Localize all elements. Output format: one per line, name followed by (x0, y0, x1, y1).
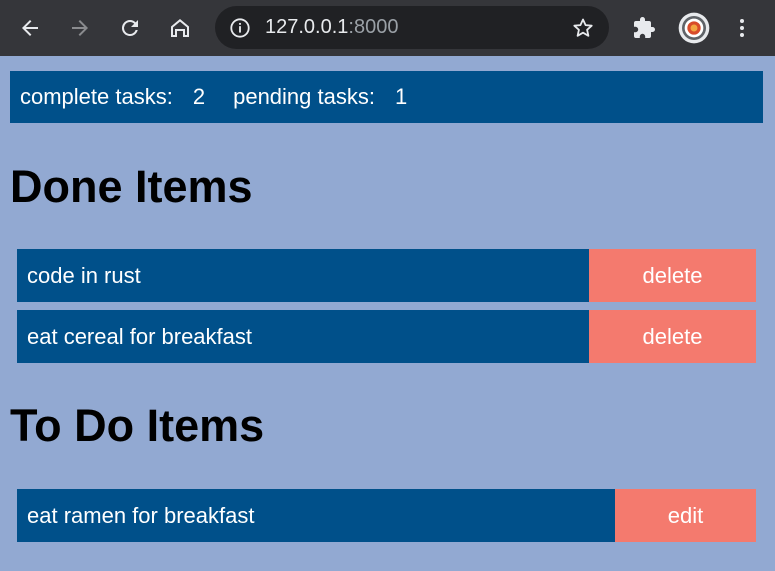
home-icon (171, 19, 189, 37)
puzzle-icon (634, 17, 655, 38)
url-host: 127.0.0.1 (265, 16, 349, 38)
forward-button[interactable] (62, 10, 98, 46)
task-stats-bar: complete tasks: 2 pending tasks: 1 (10, 71, 763, 123)
todo-item-row: eat ramen for breakfast edit (17, 489, 756, 542)
profile-avatar[interactable] (676, 10, 712, 46)
extensions-button[interactable] (626, 10, 662, 46)
delete-button[interactable]: delete (589, 310, 756, 363)
home-button[interactable] (162, 10, 198, 46)
info-icon[interactable] (229, 17, 251, 39)
reload-icon (121, 19, 138, 36)
done-items-heading: Done Items (10, 161, 253, 212)
arrow-left-icon (22, 20, 38, 36)
done-item-row: code in rust delete (17, 249, 756, 302)
complete-tasks-label: complete tasks: (20, 84, 173, 109)
edit-button[interactable]: edit (615, 489, 756, 542)
delete-button[interactable]: delete (589, 249, 756, 302)
reload-button[interactable] (112, 10, 148, 46)
todo-item-label: eat ramen for breakfast (27, 502, 255, 528)
address-bar[interactable]: 127.0.0.1:8000 (215, 6, 609, 49)
url-port: :8000 (348, 16, 399, 38)
arrow-right-icon (72, 20, 88, 36)
browser-toolbar: 127.0.0.1:8000 (0, 0, 775, 56)
kebab-menu-icon (740, 19, 744, 37)
pending-tasks-count: 1 (394, 84, 408, 109)
complete-tasks-count: 2 (192, 84, 206, 109)
menu-button[interactable] (724, 10, 760, 46)
done-item-label: code in rust (27, 262, 141, 288)
star-icon[interactable] (571, 16, 595, 40)
todo-items-heading: To Do Items (10, 400, 265, 451)
pending-tasks-label: pending tasks: (233, 84, 375, 109)
done-item-row: eat cereal for breakfast delete (17, 310, 756, 363)
url-text: 127.0.0.1:8000 (265, 6, 398, 49)
back-button[interactable] (12, 10, 48, 46)
done-item-label: eat cereal for breakfast (27, 323, 253, 349)
avatar-icon (678, 12, 710, 44)
